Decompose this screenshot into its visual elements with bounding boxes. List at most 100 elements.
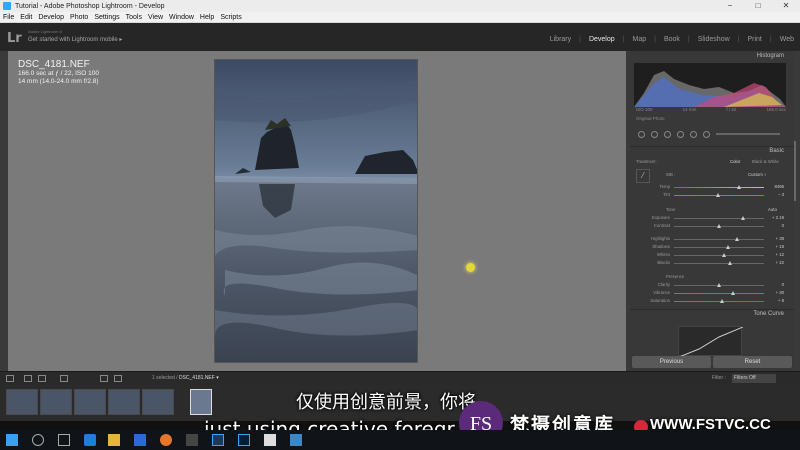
radial-filter-icon[interactable]	[690, 130, 697, 138]
tint-value[interactable]: − 3	[778, 192, 784, 197]
vibrance-track[interactable]	[674, 293, 764, 294]
histogram[interactable]	[634, 63, 786, 107]
exposure-slider-row[interactable]: Exposure + 2.19	[634, 215, 786, 222]
filmstrip-view-icon[interactable]	[6, 375, 14, 382]
menu-help[interactable]: Help	[200, 14, 214, 21]
minimize-button[interactable]: −	[716, 0, 744, 12]
reset-button[interactable]: Reset	[713, 356, 792, 368]
app-taskbar-icon[interactable]	[264, 434, 276, 446]
white-balance-selector-icon[interactable]: ⁄	[636, 169, 650, 183]
blacks-value[interactable]: + 22	[776, 260, 784, 265]
whites-track[interactable]	[674, 255, 764, 256]
crop-tool-icon[interactable]	[638, 130, 645, 138]
lightroom-taskbar-icon[interactable]	[212, 434, 224, 446]
filmstrip-thumbnail[interactable]	[142, 389, 174, 415]
module-book[interactable]: Book	[664, 36, 680, 43]
tint-slider-row[interactable]: Tint − 3	[634, 192, 786, 199]
histogram-title[interactable]: Histogram	[757, 53, 784, 59]
lightroom-mobile-link[interactable]: Get started with Lightroom mobile ▸	[28, 36, 122, 43]
main-photo[interactable]	[214, 59, 418, 363]
shadows-value[interactable]: + 18	[776, 244, 784, 249]
tone-curve-section-header[interactable]: Tone Curve	[630, 309, 794, 318]
menu-view[interactable]: View	[148, 14, 163, 21]
file-explorer-icon[interactable]	[108, 434, 120, 446]
whites-value[interactable]: + 12	[776, 252, 784, 257]
filmstrip-thumbnail[interactable]	[6, 389, 38, 415]
menu-edit[interactable]: Edit	[20, 14, 32, 21]
firefox-icon[interactable]	[160, 434, 172, 446]
spot-removal-icon[interactable]	[651, 130, 658, 138]
shadows-track[interactable]	[674, 247, 764, 248]
contrast-slider-row[interactable]: Contrast 0	[634, 223, 786, 230]
filmstrip-thumbnail[interactable]	[108, 389, 140, 415]
settings-icon[interactable]	[186, 434, 198, 446]
close-button[interactable]: ✕	[772, 0, 800, 12]
highlights-value[interactable]: + 38	[776, 236, 784, 241]
task-view-icon[interactable]	[58, 434, 70, 446]
tone-curve-graph[interactable]	[678, 326, 744, 358]
edge-icon[interactable]	[84, 434, 96, 446]
module-library[interactable]: Library	[550, 36, 571, 43]
module-slideshow[interactable]: Slideshow	[698, 36, 730, 43]
tool-slider[interactable]	[716, 133, 780, 135]
whites-knob[interactable]	[722, 253, 727, 257]
saturation-knob[interactable]	[719, 299, 724, 303]
menu-develop[interactable]: Develop	[38, 14, 64, 21]
menu-file[interactable]: File	[3, 14, 14, 21]
next-photo-icon[interactable]	[114, 375, 122, 382]
module-develop[interactable]: Develop	[589, 36, 615, 43]
search-icon[interactable]	[32, 434, 44, 446]
clarity-value[interactable]: 0	[782, 282, 784, 287]
graduated-filter-icon[interactable]	[677, 130, 684, 138]
menu-tools[interactable]: Tools	[126, 14, 142, 21]
adjustment-brush-icon[interactable]	[703, 130, 710, 138]
filmstrip-thumbnail[interactable]	[40, 389, 72, 415]
blacks-track[interactable]	[674, 263, 764, 264]
module-map[interactable]: Map	[632, 36, 646, 43]
treatment-bw[interactable]: Black & White	[752, 159, 779, 164]
exposure-value[interactable]: + 2.19	[772, 215, 784, 220]
treatment-color[interactable]: Color	[730, 159, 740, 164]
maximize-button[interactable]: □	[744, 0, 772, 12]
tint-knob[interactable]	[716, 193, 721, 197]
highlights-track[interactable]	[674, 239, 764, 240]
panel-scrollbar[interactable]	[794, 141, 796, 201]
app-taskbar-icon[interactable]	[290, 434, 302, 446]
filmstrip-thumbnail[interactable]	[74, 389, 106, 415]
clarity-knob[interactable]	[717, 283, 721, 287]
clarity-slider-row[interactable]: Clarity 0	[634, 282, 786, 289]
module-web[interactable]: Web	[780, 36, 794, 43]
previous-button[interactable]: Previous	[632, 356, 711, 368]
shadows-slider-row[interactable]: Shadows + 18	[634, 244, 786, 251]
contrast-knob[interactable]	[717, 224, 721, 228]
blacks-slider-row[interactable]: Blacks + 22	[634, 260, 786, 267]
previous-photo-icon[interactable]	[100, 375, 108, 382]
wb-dropdown[interactable]: Custom ↕	[748, 172, 766, 177]
loupe-view-icon[interactable]	[24, 375, 32, 382]
highlights-knob[interactable]	[735, 237, 739, 241]
menu-photo[interactable]: Photo	[70, 14, 88, 21]
store-icon[interactable]	[134, 434, 146, 446]
temp-knob[interactable]	[736, 185, 741, 189]
temp-value[interactable]: 8496	[774, 184, 784, 189]
vibrance-value[interactable]: + 30	[776, 290, 784, 295]
exposure-track[interactable]	[674, 218, 764, 219]
whites-slider-row[interactable]: Whites + 12	[634, 252, 786, 259]
image-viewer[interactable]: DSC_4181.NEF 166.0 sec at ƒ / 22, ISO 10…	[8, 51, 626, 371]
contrast-value[interactable]: 0	[782, 223, 784, 228]
vibrance-knob[interactable]	[730, 291, 735, 295]
photoshop-taskbar-icon[interactable]	[238, 434, 250, 446]
grid-icon[interactable]	[60, 375, 68, 382]
vibrance-slider-row[interactable]: Vibrance + 30	[634, 290, 786, 297]
original-photo-checkbox[interactable]: Original Photo	[636, 116, 665, 121]
exposure-knob[interactable]	[741, 216, 746, 220]
module-print[interactable]: Print	[747, 36, 761, 43]
selected-filename[interactable]: DSC_4181.NEF ▾	[179, 375, 219, 381]
blacks-knob[interactable]	[727, 261, 732, 265]
shadows-knob[interactable]	[726, 245, 730, 249]
saturation-slider-row[interactable]: Saturation + 8	[634, 298, 786, 305]
menu-scripts[interactable]: Scripts	[220, 14, 241, 21]
temp-track[interactable]	[674, 187, 764, 188]
menu-window[interactable]: Window	[169, 14, 194, 21]
saturation-value[interactable]: + 8	[778, 298, 784, 303]
